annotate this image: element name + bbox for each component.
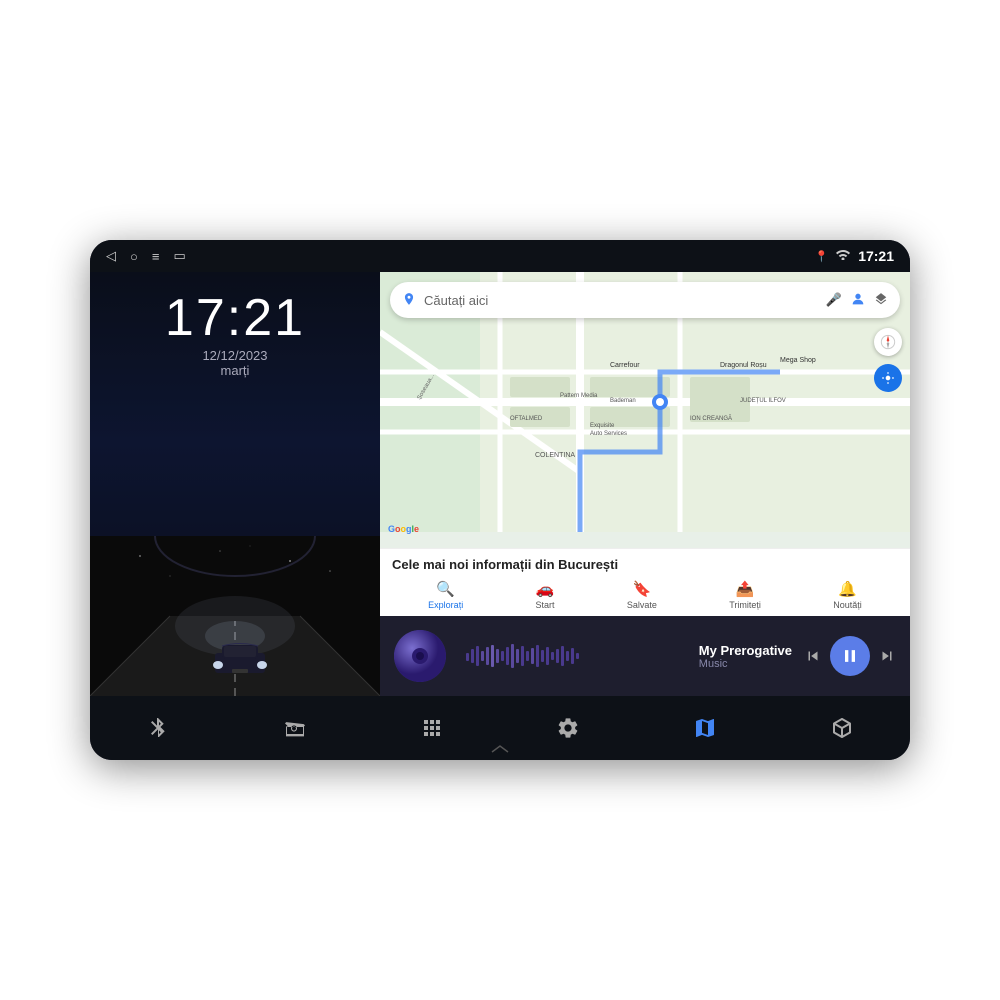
svg-text:ION CREANGĂ: ION CREANGĂ [690, 415, 732, 422]
status-bar: ◁ ○ ≡ ▭ 📍 17:21 [90, 240, 910, 272]
news-icon: 🔔 [838, 580, 857, 598]
svg-text:Mega Shop: Mega Shop [780, 357, 816, 364]
explore-label: Explorați [428, 600, 463, 610]
map-search-icons: 🎤 [826, 291, 888, 310]
explore-icon: 🔍 [436, 580, 455, 598]
map-area[interactable]: Carrefour Dragonul Roșu Mega Shop Patter… [380, 272, 910, 616]
music-controls [804, 636, 896, 676]
layers-icon[interactable] [874, 292, 888, 309]
map-nav-tabs: 🔍 Explorați 🚗 Start 🔖 Salvate 📤 [392, 580, 898, 610]
album-art[interactable] [394, 630, 446, 682]
dock-maps[interactable] [680, 706, 730, 750]
account-icon[interactable] [850, 291, 866, 310]
play-pause-button[interactable] [830, 636, 870, 676]
dock-chevron [491, 744, 509, 758]
dock-apps[interactable] [407, 706, 457, 750]
map-tab-saved[interactable]: 🔖 Salvate [627, 580, 657, 610]
share-icon: 📤 [736, 580, 755, 598]
left-panel: 17:21 12/12/2023 marți [90, 272, 380, 696]
music-player: My Prerogative Music [380, 616, 910, 696]
map-tab-start[interactable]: 🚗 Start [536, 580, 555, 610]
music-title: My Prerogative [699, 643, 792, 658]
tunnel-scene [90, 536, 380, 696]
svg-text:OFTALMED: OFTALMED [510, 416, 543, 422]
svg-text:COLENTINA: COLENTINA [535, 452, 575, 459]
clock-day: marți [165, 363, 305, 378]
bottom-dock [90, 696, 910, 760]
start-icon: 🚗 [536, 580, 555, 598]
dock-settings[interactable] [543, 706, 593, 750]
svg-text:Auto Services: Auto Services [590, 431, 627, 437]
saved-label: Salvate [627, 600, 657, 610]
google-logo: Google [388, 524, 419, 534]
status-right: 📍 17:21 [814, 248, 894, 264]
news-label: Noutăți [833, 600, 862, 610]
music-waveform [458, 641, 687, 671]
svg-text:Carrefour: Carrefour [610, 362, 640, 369]
my-location-button[interactable] [874, 364, 902, 392]
map-tab-share[interactable]: 📤 Trimiteți [729, 580, 761, 610]
start-label: Start [536, 600, 555, 610]
google-maps-icon [402, 292, 416, 309]
recents-icon[interactable]: ▭ [173, 248, 185, 264]
map-info-text: Cele mai noi informații din București [392, 557, 898, 572]
svg-text:Dragonul Roșu: Dragonul Roșu [720, 362, 767, 369]
svg-text:JUDEȚUL ILFOV: JUDEȚUL ILFOV [740, 398, 786, 404]
dock-radio[interactable] [270, 706, 320, 750]
clock-date: 12/12/2023 [165, 348, 305, 363]
map-search-placeholder: Căutați aici [424, 293, 818, 308]
back-icon[interactable]: ◁ [106, 248, 116, 264]
svg-text:Pattern Media: Pattern Media [560, 393, 598, 399]
wifi-icon [836, 249, 850, 263]
map-search-bar[interactable]: Căutați aici 🎤 [390, 282, 900, 318]
location-icon: 📍 [814, 250, 828, 263]
status-time: 17:21 [858, 248, 894, 264]
next-button[interactable] [878, 647, 896, 665]
svg-text:Exquisite: Exquisite [590, 423, 615, 429]
menu-icon[interactable]: ≡ [152, 249, 160, 264]
dock-cube[interactable] [817, 706, 867, 750]
share-label: Trimiteți [729, 600, 761, 610]
mic-icon[interactable]: 🎤 [826, 292, 842, 308]
music-subtitle: Music [699, 658, 792, 670]
map-tab-explore[interactable]: 🔍 Explorați [428, 580, 463, 610]
music-info: My Prerogative Music [699, 643, 792, 670]
clock-time: 17:21 [165, 292, 305, 344]
car-scene [90, 384, 380, 696]
main-content: 17:21 12/12/2023 marți [90, 272, 910, 696]
device-shell: ◁ ○ ≡ ▭ 📍 17:21 17:21 12/12/2023 marți [90, 240, 910, 760]
right-panel: Carrefour Dragonul Roșu Mega Shop Patter… [380, 272, 910, 696]
compass-icon[interactable] [874, 328, 902, 356]
clock-display: 17:21 12/12/2023 marți [165, 292, 305, 378]
home-icon[interactable]: ○ [130, 249, 138, 264]
prev-button[interactable] [804, 647, 822, 665]
dock-bluetooth[interactable] [133, 706, 183, 750]
saved-icon: 🔖 [633, 580, 652, 598]
nav-buttons: ◁ ○ ≡ ▭ [106, 248, 186, 264]
svg-text:Bademan: Bademan [610, 398, 636, 404]
map-bottom-bar: Cele mai noi informații din București 🔍 … [380, 548, 910, 616]
map-tab-news[interactable]: 🔔 Noutăți [833, 580, 862, 610]
